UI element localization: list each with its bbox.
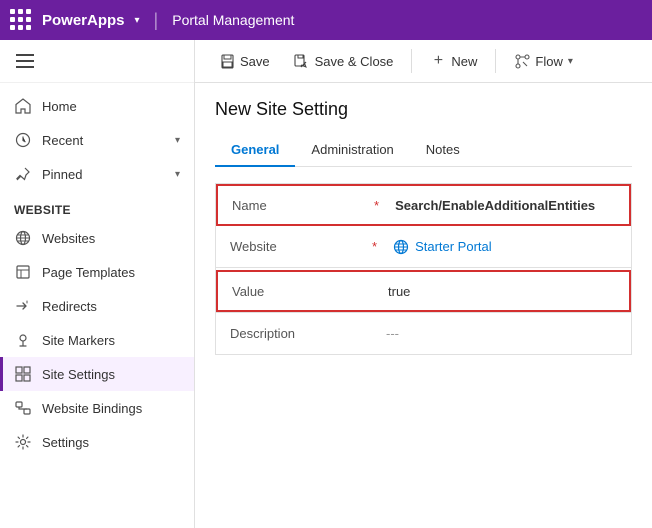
flow-button[interactable]: Flow ▾ xyxy=(504,48,582,74)
form-fields: Name * Search/EnableAdditionalEntities W… xyxy=(215,183,632,355)
save-close-button[interactable]: Save & Close xyxy=(284,48,404,74)
pin-icon xyxy=(14,165,32,183)
sidebar-nav: Home Recent ▾ Pinned ▾ Website xyxy=(0,83,194,528)
toolbar-separator-2 xyxy=(495,49,496,73)
app-name: PowerApps xyxy=(42,12,125,29)
content-area: Save Save & Close + New Flow ▾ xyxy=(195,40,652,528)
flow-icon xyxy=(514,53,530,69)
website-bindings-icon xyxy=(14,399,32,417)
website-globe-icon xyxy=(393,239,409,255)
description-value: --- xyxy=(386,326,617,341)
pinned-chevron-icon: ▾ xyxy=(175,169,180,180)
value-label: Value xyxy=(232,284,372,299)
sidebar-label-pinned: Pinned xyxy=(42,167,165,182)
value-value[interactable]: true xyxy=(388,284,615,299)
name-required: * xyxy=(374,198,379,213)
save-close-icon xyxy=(294,53,310,69)
portal-name: Portal Management xyxy=(172,12,294,28)
website-field-row: Website * Starter Portal xyxy=(216,226,631,268)
sidebar-label-site-settings: Site Settings xyxy=(42,367,180,382)
form-area: New Site Setting General Administration … xyxy=(195,83,652,528)
save-close-label: Save & Close xyxy=(315,54,394,69)
tab-general[interactable]: General xyxy=(215,134,295,167)
form-title: New Site Setting xyxy=(215,99,632,120)
value-field-row: Value true xyxy=(216,270,631,312)
redirects-icon xyxy=(14,297,32,315)
description-label: Description xyxy=(230,326,370,341)
sidebar-label-site-markers: Site Markers xyxy=(42,333,180,348)
apps-grid-icon[interactable] xyxy=(10,9,32,31)
website-label: Website xyxy=(230,239,370,254)
name-value[interactable]: Search/EnableAdditionalEntities xyxy=(395,198,615,213)
sidebar-item-home[interactable]: Home xyxy=(0,89,194,123)
sidebar-item-recent[interactable]: Recent ▾ xyxy=(0,123,194,157)
sidebar: Home Recent ▾ Pinned ▾ Website xyxy=(0,40,195,528)
website-section-title: Website xyxy=(0,191,194,221)
home-icon xyxy=(14,97,32,115)
site-settings-icon xyxy=(14,365,32,383)
sidebar-label-redirects: Redirects xyxy=(42,299,180,314)
name-label: Name xyxy=(232,198,372,213)
sidebar-label-websites: Websites xyxy=(42,231,180,246)
save-label: Save xyxy=(240,54,270,69)
top-bar-separator: | xyxy=(154,10,159,31)
toolbar: Save Save & Close + New Flow ▾ xyxy=(195,40,652,83)
tab-administration[interactable]: Administration xyxy=(295,134,409,167)
new-button[interactable]: + New xyxy=(420,48,487,74)
main-layout: Home Recent ▾ Pinned ▾ Website xyxy=(0,40,652,528)
tabs: General Administration Notes xyxy=(215,134,632,167)
website-required: * xyxy=(372,239,377,254)
plus-icon: + xyxy=(430,53,446,69)
save-button[interactable]: Save xyxy=(209,48,280,74)
name-field-row: Name * Search/EnableAdditionalEntities xyxy=(216,184,631,226)
clock-icon xyxy=(14,131,32,149)
sidebar-item-page-templates[interactable]: Page Templates xyxy=(0,255,194,289)
sidebar-item-site-settings[interactable]: Site Settings xyxy=(0,357,194,391)
new-label: New xyxy=(451,54,477,69)
flow-label: Flow xyxy=(535,54,562,69)
website-portal-label: Starter Portal xyxy=(415,239,492,254)
sidebar-label-settings: Settings xyxy=(42,435,180,450)
flow-chevron-icon: ▾ xyxy=(568,56,573,67)
page-templates-icon xyxy=(14,263,32,281)
sidebar-label-website-bindings: Website Bindings xyxy=(42,401,180,416)
toolbar-separator-1 xyxy=(411,49,412,73)
hamburger-menu-icon[interactable] xyxy=(12,50,182,72)
sidebar-item-website-bindings[interactable]: Website Bindings xyxy=(0,391,194,425)
sidebar-label-home: Home xyxy=(42,99,180,114)
website-value[interactable]: Starter Portal xyxy=(393,239,617,255)
settings-icon xyxy=(14,433,32,451)
site-markers-icon xyxy=(14,331,32,349)
recent-chevron-icon: ▾ xyxy=(175,135,180,146)
sidebar-item-settings[interactable]: Settings xyxy=(0,425,194,459)
sidebar-header xyxy=(0,40,194,83)
description-field-row: Description --- xyxy=(216,312,631,354)
app-chevron-icon[interactable]: ▾ xyxy=(135,15,140,26)
sidebar-label-recent: Recent xyxy=(42,133,165,148)
sidebar-label-page-templates: Page Templates xyxy=(42,265,180,280)
sidebar-item-site-markers[interactable]: Site Markers xyxy=(0,323,194,357)
top-bar: PowerApps ▾ | Portal Management xyxy=(0,0,652,40)
sidebar-item-pinned[interactable]: Pinned ▾ xyxy=(0,157,194,191)
tab-notes[interactable]: Notes xyxy=(410,134,476,167)
save-icon xyxy=(219,53,235,69)
globe-icon xyxy=(14,229,32,247)
sidebar-item-websites[interactable]: Websites xyxy=(0,221,194,255)
sidebar-item-redirects[interactable]: Redirects xyxy=(0,289,194,323)
